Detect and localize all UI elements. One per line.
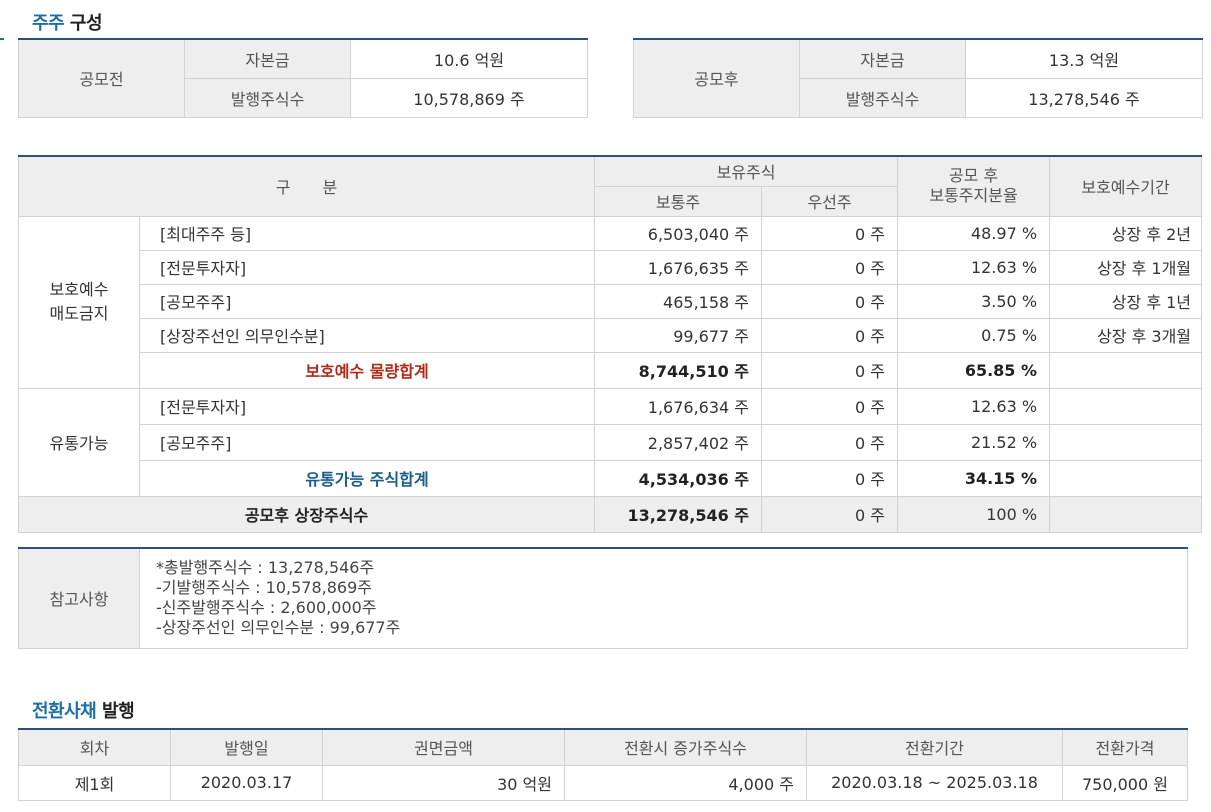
shares-value: 13,278,546 주	[965, 77, 1203, 118]
bond-header-price: 전환가격	[1062, 728, 1188, 766]
row-name: [상장주선인 의무인수분]	[138, 317, 596, 353]
row-preferred: 0 주	[761, 283, 899, 319]
row-preferred: 0 주	[761, 215, 899, 251]
title-rest: 구성	[64, 13, 103, 34]
ratio-header-line1: 공모 후	[948, 166, 999, 186]
locked-total-common: 8,744,510 주	[594, 351, 763, 389]
locked-total-ratio: 65.85 %	[897, 351, 1051, 389]
after-ipo-table: 공모후 자본금 13.3 억원 발행주식수 13,278,546 주	[633, 38, 1203, 118]
grand-total-period	[1049, 495, 1203, 533]
bond-header-added-shares: 전환시 증가주식수	[564, 728, 807, 766]
shareholder-section-title: 주주 구성	[32, 9, 103, 35]
reference-line: -기발행주식수 : 10,578,869주	[156, 578, 372, 598]
row-ratio: 0.75 %	[897, 317, 1051, 353]
before-ipo-label: 공모전	[18, 38, 185, 118]
bond-section-title: 전환사채 발행	[32, 697, 135, 723]
row-name: [전문투자자]	[138, 249, 596, 285]
row-preferred: 0 주	[761, 249, 899, 285]
row-period	[1049, 423, 1203, 461]
title-accent: 전환사채	[32, 701, 97, 722]
common-header: 보통주	[594, 185, 763, 217]
bond-period: 2020.03.18 ~ 2025.03.18	[806, 764, 1063, 801]
row-ratio: 12.63 %	[897, 387, 1051, 425]
row-name: [공모주주]	[138, 283, 596, 319]
row-common: 1,676,634 주	[594, 387, 763, 425]
grand-total-ratio: 100 %	[897, 495, 1051, 533]
grand-total-preferred: 0 주	[761, 495, 899, 533]
row-ratio: 21.52 %	[897, 423, 1051, 461]
row-name: [공모주주]	[138, 423, 596, 461]
bond-header-period: 전환기간	[806, 728, 1063, 766]
bond-header-issue-date: 발행일	[170, 728, 323, 766]
capital-label: 자본금	[799, 38, 966, 79]
shares-value: 10,578,869 주	[350, 77, 588, 118]
row-preferred: 0 주	[761, 423, 899, 461]
bond-added-shares: 4,000 주	[564, 764, 807, 801]
shares-label: 발행주식수	[184, 77, 351, 118]
section-marker	[0, 38, 4, 40]
bond-header-round: 회차	[18, 728, 171, 766]
category-header: 구 분	[17, 155, 596, 217]
row-period: 상장 후 3개월	[1049, 317, 1203, 353]
grand-total-label: 공모후 상장주식수	[17, 495, 596, 533]
after-ipo-label: 공모후	[633, 38, 800, 118]
reference-line: -신주발행주식수 : 2,600,000주	[156, 598, 377, 618]
bond-price: 750,000 원	[1062, 764, 1188, 801]
tradable-total-preferred: 0 주	[761, 459, 899, 497]
reference-label: 참고사항	[18, 547, 140, 649]
shares-label: 발행주식수	[799, 77, 966, 118]
title-rest: 발행	[96, 701, 135, 722]
bond-header-face-amount: 권면금액	[322, 728, 565, 766]
row-period: 상장 후 2년	[1049, 215, 1203, 251]
title-accent: 주주	[32, 13, 65, 34]
row-period: 상장 후 1개월	[1049, 249, 1203, 285]
bond-issue-date: 2020.03.17	[170, 764, 323, 801]
row-common: 99,677 주	[594, 317, 763, 353]
locked-total-label: 보호예수 물량합계	[138, 351, 596, 389]
holdings-table: 구 분 보유주식 공모 후 보통주지분율 보호예수기간 보통주 우선주 보호예수…	[17, 155, 1203, 533]
row-period: 상장 후 1년	[1049, 283, 1203, 319]
before-ipo-table: 공모전 자본금 10.6 억원 발행주식수 10,578,869 주	[18, 38, 588, 118]
tradable-total-common: 4,534,036 주	[594, 459, 763, 497]
row-common: 1,676,635 주	[594, 249, 763, 285]
tradable-total-label: 유통가능 주식합계	[138, 459, 596, 497]
row-preferred: 0 주	[761, 317, 899, 353]
row-common: 6,503,040 주	[594, 215, 763, 251]
capital-value: 10.6 억원	[350, 38, 588, 79]
row-period	[1049, 387, 1203, 425]
held-shares-header: 보유주식	[594, 155, 899, 187]
ratio-header: 공모 후 보통주지분율	[897, 155, 1051, 217]
row-name: [최대주주 등]	[138, 215, 596, 251]
bond-table: 회차 발행일 권면금액 전환시 증가주식수 전환기간 전환가격 제1회 2020…	[18, 728, 1188, 801]
locked-total-preferred: 0 주	[761, 351, 899, 389]
lockup-header: 보호예수기간	[1049, 155, 1203, 217]
capital-label: 자본금	[184, 38, 351, 79]
reference-line: -상장주선인 의무인수분 : 99,677주	[156, 618, 401, 638]
group-locked-line1: 보호예수	[49, 280, 109, 299]
row-name: [전문투자자]	[138, 387, 596, 425]
row-ratio: 3.50 %	[897, 283, 1051, 319]
capital-value: 13.3 억원	[965, 38, 1203, 79]
group-locked: 보호예수 매도금지	[18, 215, 140, 389]
row-ratio: 48.97 %	[897, 215, 1051, 251]
row-common: 465,158 주	[594, 283, 763, 319]
row-ratio: 12.63 %	[897, 249, 1051, 285]
reference-table: 참고사항 *총발행주식수 : 13,278,546주 -기발행주식수 : 10,…	[18, 547, 1188, 649]
locked-total-period	[1049, 351, 1203, 389]
group-tradable: 유통가능	[18, 387, 140, 497]
bond-face-amount: 30 억원	[322, 764, 565, 801]
tradable-total-period	[1049, 459, 1203, 497]
reference-line: *총발행주식수 : 13,278,546주	[156, 558, 375, 578]
bond-round: 제1회	[18, 764, 171, 801]
row-common: 2,857,402 주	[594, 423, 763, 461]
grand-total-common: 13,278,546 주	[594, 495, 763, 533]
ratio-header-line2: 보통주지분율	[929, 186, 1018, 206]
row-preferred: 0 주	[761, 387, 899, 425]
preferred-header: 우선주	[761, 185, 899, 217]
group-locked-line2: 매도금지	[49, 304, 109, 323]
reference-notes: *총발행주식수 : 13,278,546주 -기발행주식수 : 10,578,8…	[139, 547, 1188, 649]
tradable-total-ratio: 34.15 %	[897, 459, 1051, 497]
